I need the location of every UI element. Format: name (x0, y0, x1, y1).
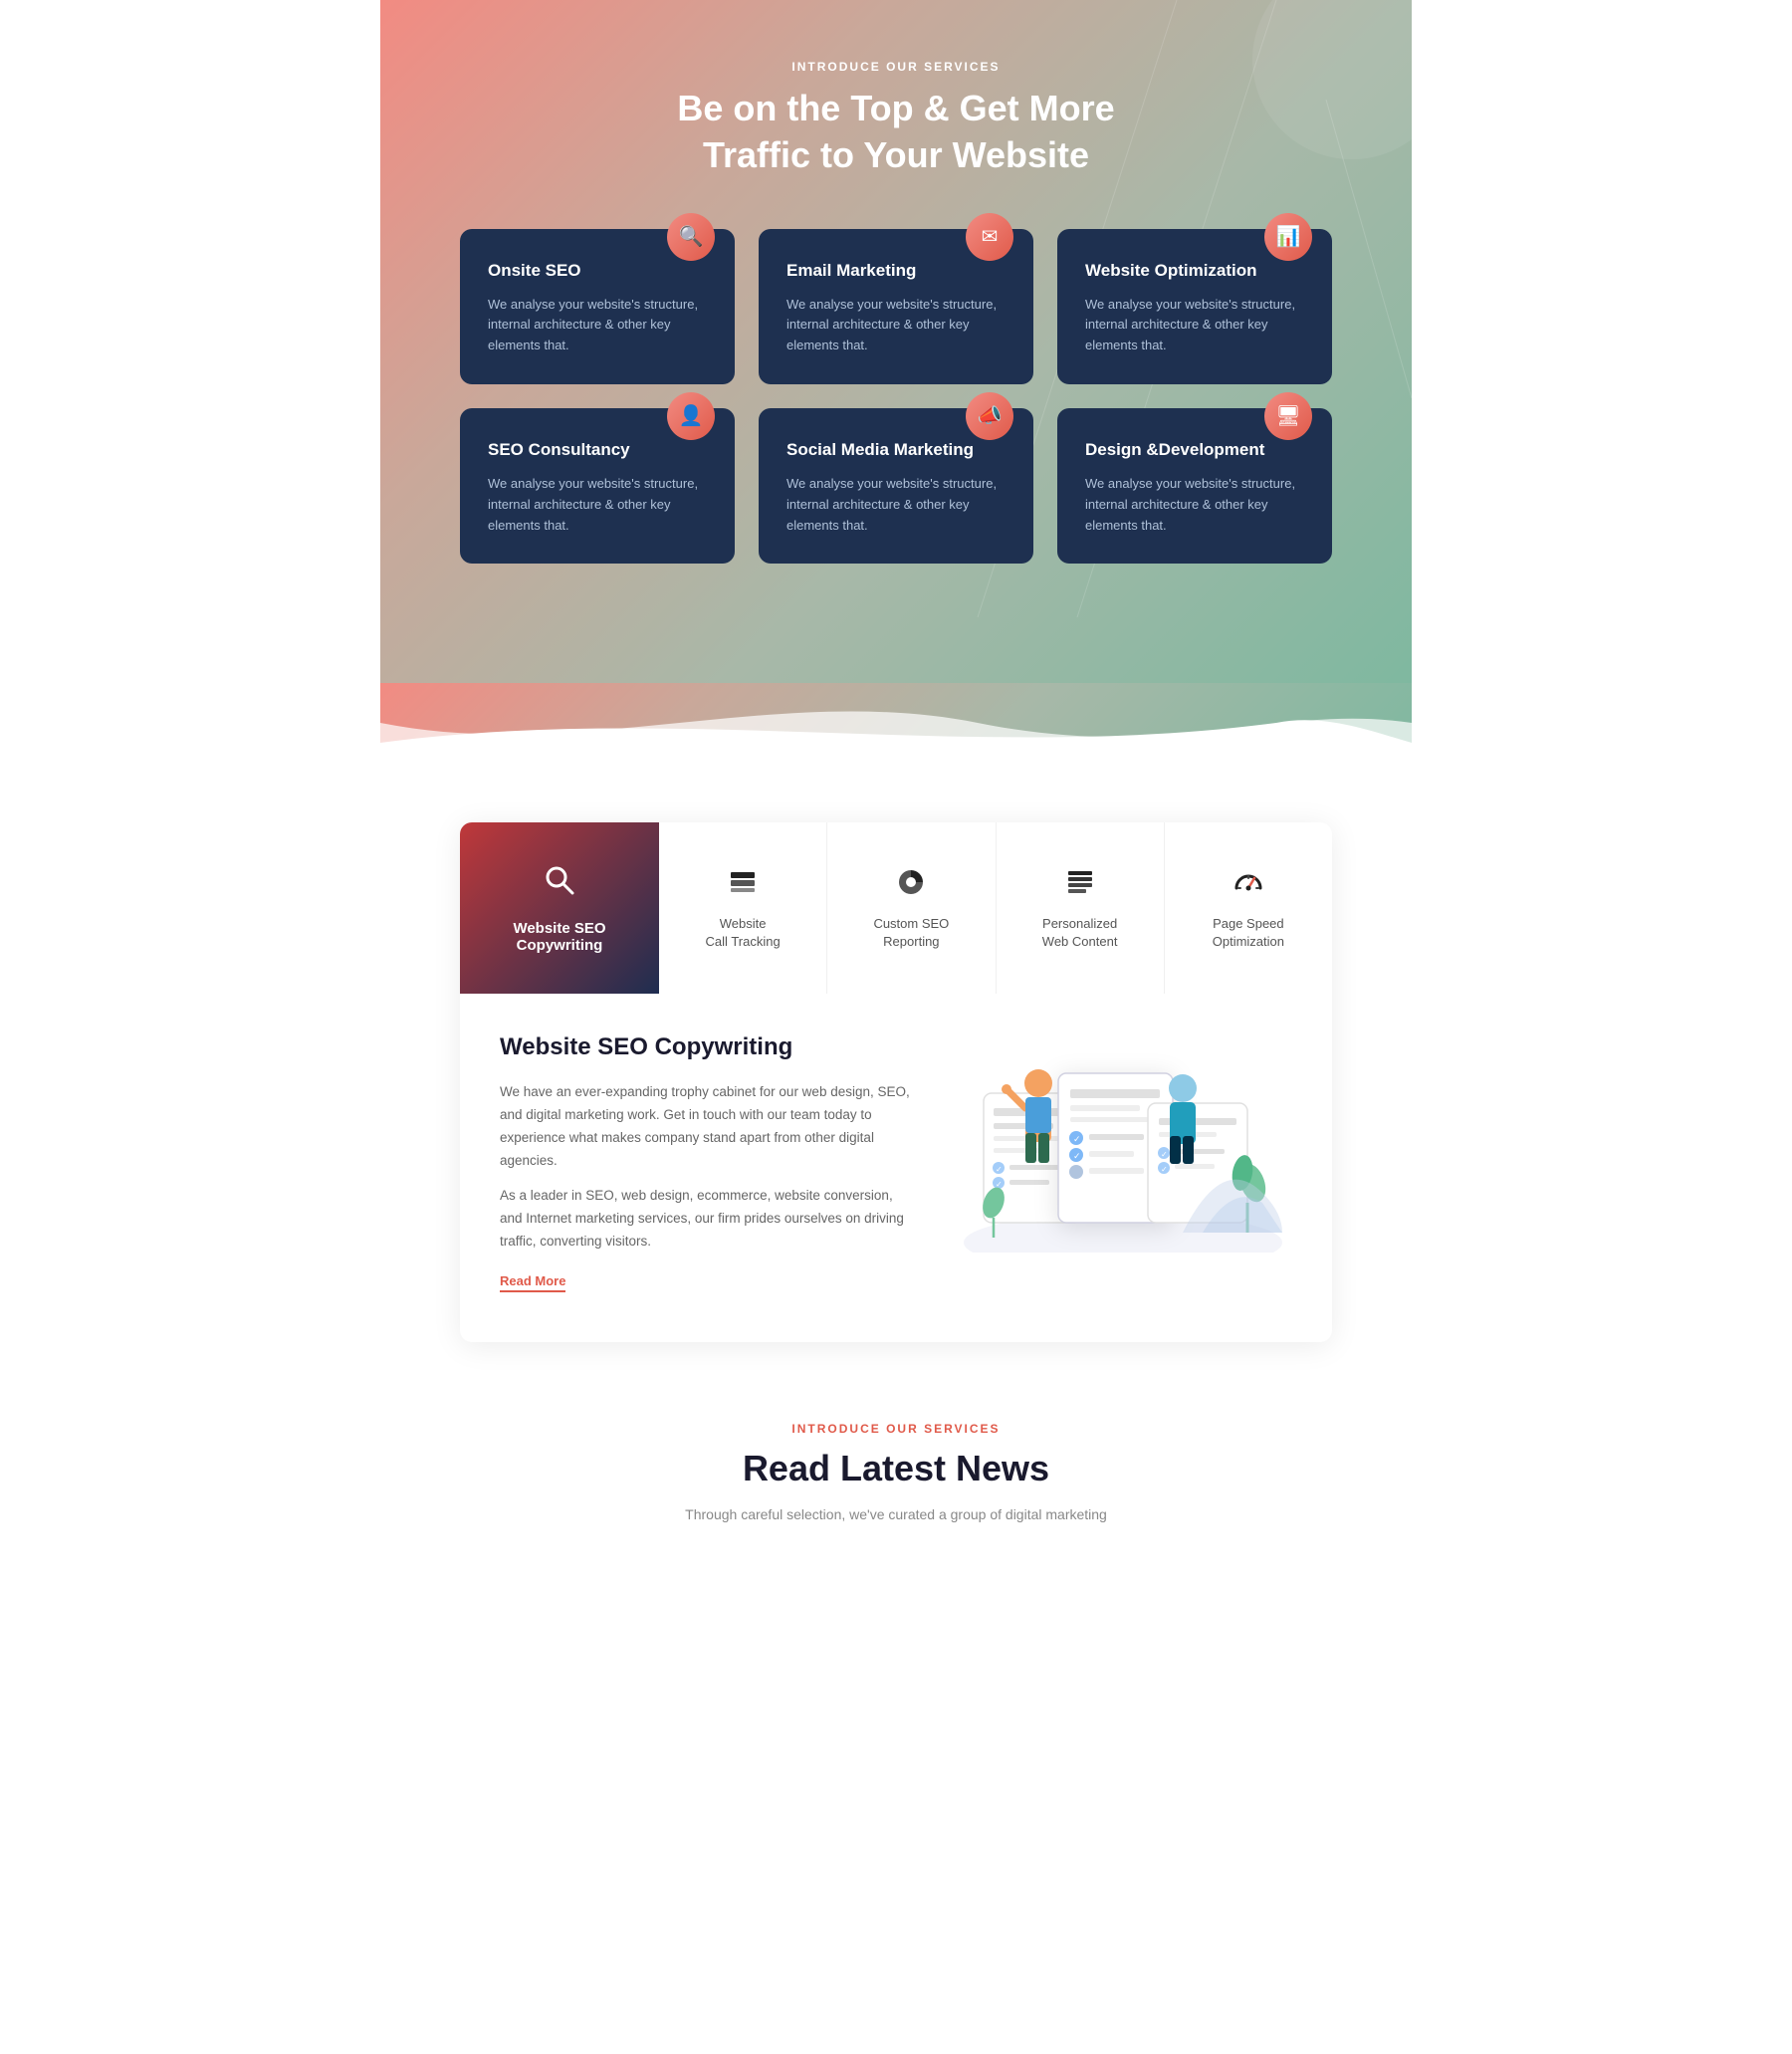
email-marketing-title: Email Marketing (786, 261, 1006, 281)
tabs-section: Website SEOCopywriting WebsiteCall Track… (380, 763, 1412, 1342)
design-development-title: Design &Development (1085, 440, 1304, 460)
onsite-seo-icon: 🔍 (667, 213, 715, 261)
seo-consultancy-desc: We analyse your website's structure, int… (488, 474, 707, 536)
services-intro-label: INTRODUCE OUR SERVICES (460, 60, 1332, 74)
tab-custom-seo-reporting[interactable]: Custom SEOReporting (827, 822, 996, 994)
website-optimization-desc: We analyse your website's structure, int… (1085, 295, 1304, 356)
service-card-website-optimization[interactable]: 📊 Website Optimization We analyse your w… (1057, 229, 1332, 384)
social-media-marketing-title: Social Media Marketing (786, 440, 1006, 460)
onsite-seo-title: Onsite SEO (488, 261, 707, 281)
tab-content-title: Website SEO Copywriting (500, 1033, 914, 1061)
service-card-onsite-seo[interactable]: 🔍 Onsite SEO We analyse your website's s… (460, 229, 735, 384)
tab-page-speed-optimization-label: Page SpeedOptimization (1213, 915, 1284, 951)
design-development-icon: 🖥 (1264, 392, 1312, 440)
speedometer-icon (1232, 866, 1264, 905)
tab-custom-seo-reporting-label: Custom SEOReporting (873, 915, 949, 951)
news-subtitle: Through careful selection, we've curated… (647, 1503, 1145, 1525)
news-intro-label: INTRODUCE OUR SERVICES (460, 1422, 1332, 1436)
read-more-link[interactable]: Read More (500, 1273, 565, 1292)
services-title: Be on the Top & Get More Traffic to Your… (460, 86, 1332, 179)
tab-content-illustration: ✓ ✓ ✓ ✓ (954, 1033, 1292, 1253)
svg-text:✓: ✓ (1161, 1150, 1168, 1159)
search-icon (542, 862, 577, 906)
tab-website-seo-copywriting[interactable]: Website SEOCopywriting (460, 822, 659, 994)
tabs-container: Website SEOCopywriting WebsiteCall Track… (460, 822, 1332, 1342)
tab-personalized-web-content[interactable]: PersonalizedWeb Content (997, 822, 1165, 994)
news-title: Read Latest News (460, 1448, 1332, 1489)
seo-consultancy-icon: 👤 (667, 392, 715, 440)
news-section: INTRODUCE OUR SERVICES Read Latest News … (380, 1342, 1412, 1585)
tab-website-call-tracking[interactable]: WebsiteCall Tracking (659, 822, 827, 994)
tab-website-seo-copywriting-label: Website SEOCopywriting (513, 920, 605, 954)
pie-chart-icon (895, 866, 927, 905)
seo-consultancy-title: SEO Consultancy (488, 440, 707, 460)
social-media-marketing-icon: 📣 (966, 392, 1013, 440)
social-media-marketing-desc: We analyse your website's structure, int… (786, 474, 1006, 536)
website-optimization-title: Website Optimization (1085, 261, 1304, 281)
service-card-email-marketing[interactable]: ✉ Email Marketing We analyse your websit… (759, 229, 1033, 384)
design-development-desc: We analyse your website's structure, int… (1085, 474, 1304, 536)
email-marketing-icon: ✉ (966, 213, 1013, 261)
svg-text:✓: ✓ (1073, 1151, 1081, 1161)
tab-content-area: Website SEO Copywriting We have an ever-… (460, 994, 1332, 1342)
svg-text:✓: ✓ (1073, 1134, 1081, 1144)
service-card-social-media-marketing[interactable]: 📣 Social Media Marketing We analyse your… (759, 408, 1033, 564)
email-marketing-desc: We analyse your website's structure, int… (786, 295, 1006, 356)
tab-content-desc2: As a leader in SEO, web design, ecommerc… (500, 1185, 914, 1254)
list-icon (1064, 866, 1096, 905)
service-card-design-development[interactable]: 🖥 Design &Development We analyse your we… (1057, 408, 1332, 564)
tab-content-desc1: We have an ever-expanding trophy cabinet… (500, 1081, 914, 1173)
onsite-seo-desc: We analyse your website's structure, int… (488, 295, 707, 356)
tab-personalized-web-content-label: PersonalizedWeb Content (1042, 915, 1118, 951)
svg-text:✓: ✓ (1161, 1165, 1168, 1174)
tab-page-speed-optimization[interactable]: Page SpeedOptimization (1165, 822, 1332, 994)
website-optimization-icon: 📊 (1264, 213, 1312, 261)
svg-text:✓: ✓ (996, 1165, 1003, 1174)
service-card-seo-consultancy[interactable]: 👤 SEO Consultancy We analyse your websit… (460, 408, 735, 564)
tab-content-text: Website SEO Copywriting We have an ever-… (500, 1033, 914, 1292)
tabs-header: Website SEOCopywriting WebsiteCall Track… (460, 822, 1332, 994)
services-grid: 🔍 Onsite SEO We analyse your website's s… (460, 229, 1332, 565)
services-section: INTRODUCE OUR SERVICES Be on the Top & G… (380, 0, 1412, 683)
tab-website-call-tracking-label: WebsiteCall Tracking (706, 915, 781, 951)
layers-icon (727, 866, 759, 905)
